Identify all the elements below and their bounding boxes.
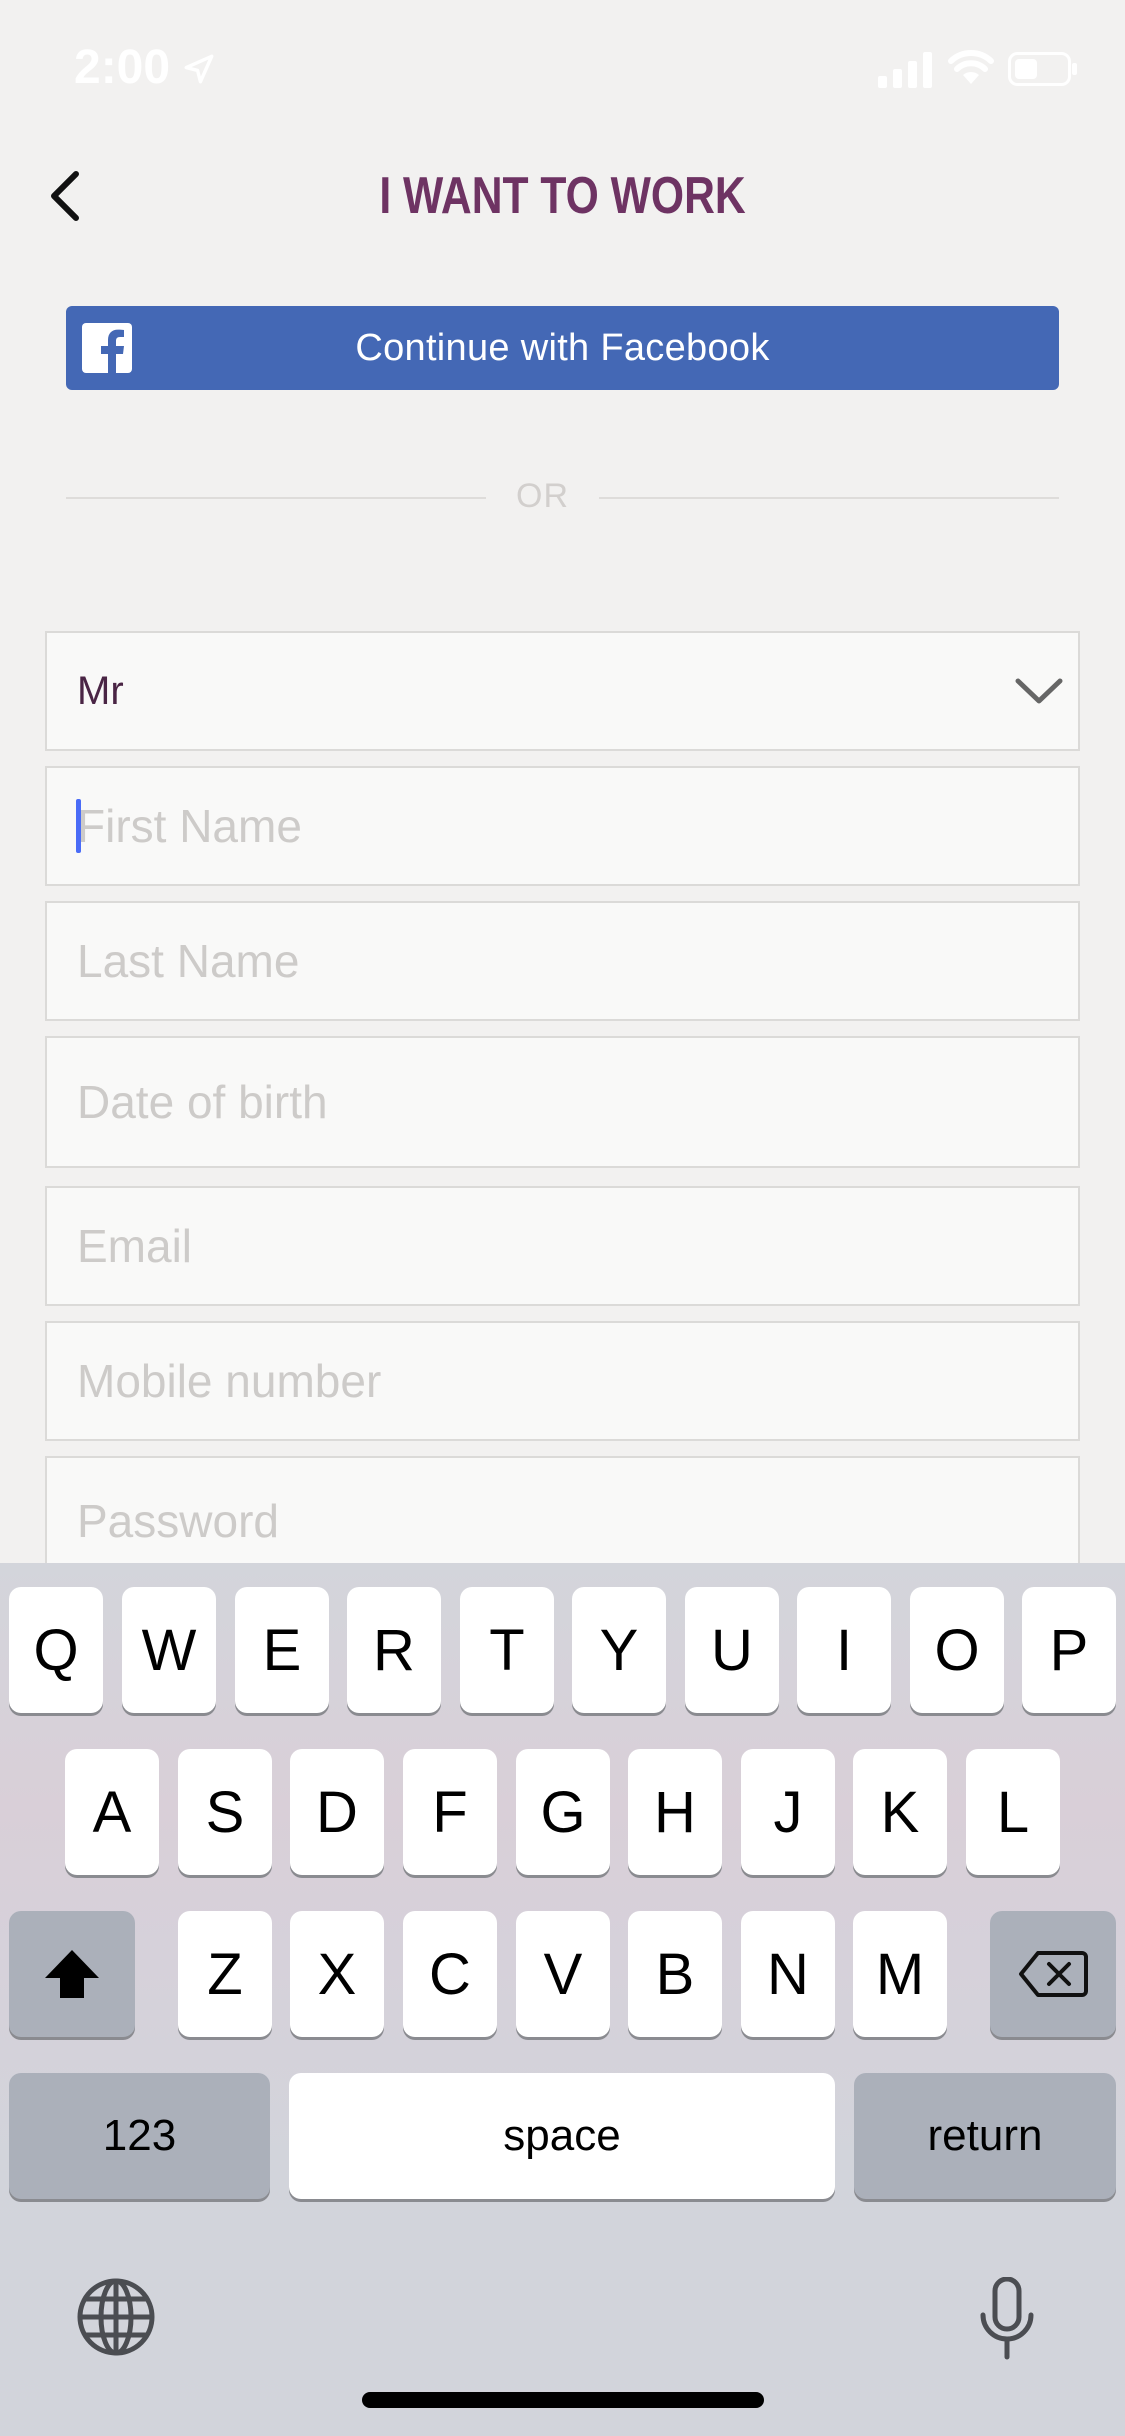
date-of-birth-field[interactable]	[45, 1036, 1080, 1168]
signal-icon	[878, 52, 932, 88]
key-t[interactable]: T	[460, 1587, 554, 1713]
delete-key[interactable]	[990, 1911, 1116, 2037]
numbers-key[interactable]: 123	[9, 2073, 270, 2199]
key-v[interactable]: V	[516, 1911, 610, 2037]
key-m[interactable]: M	[853, 1911, 947, 2037]
key-s[interactable]: S	[178, 1749, 272, 1875]
chevron-down-icon	[1015, 678, 1063, 704]
key-f[interactable]: F	[403, 1749, 497, 1875]
status-bar: 2:00	[0, 0, 1125, 132]
divider-line-left	[66, 497, 486, 499]
key-k[interactable]: K	[853, 1749, 947, 1875]
wifi-icon	[948, 50, 994, 84]
key-e[interactable]: E	[235, 1587, 329, 1713]
title-select-value: Mr	[77, 669, 124, 713]
divider-line-right	[599, 497, 1059, 499]
page-title: I WANT TO WORK	[379, 167, 746, 225]
key-u[interactable]: U	[685, 1587, 779, 1713]
or-text: OR	[516, 477, 569, 515]
key-h[interactable]: H	[628, 1749, 722, 1875]
key-b[interactable]: B	[628, 1911, 722, 2037]
key-g[interactable]: G	[516, 1749, 610, 1875]
key-q[interactable]: Q	[9, 1587, 103, 1713]
email-field[interactable]	[45, 1186, 1080, 1306]
chevron-left-icon	[51, 171, 79, 221]
shift-key[interactable]	[9, 1911, 135, 2037]
shift-icon	[45, 1950, 99, 1998]
key-y[interactable]: Y	[572, 1587, 666, 1713]
key-j[interactable]: J	[741, 1749, 835, 1875]
key-z[interactable]: Z	[178, 1911, 272, 2037]
facebook-icon	[82, 323, 132, 373]
facebook-button-label: Continue with Facebook	[355, 326, 770, 369]
title-select[interactable]: Mr	[45, 631, 1080, 751]
mobile-number-field[interactable]	[45, 1321, 1080, 1441]
key-r[interactable]: R	[347, 1587, 441, 1713]
last-name-input[interactable]	[47, 903, 1078, 1019]
text-caret	[76, 799, 81, 853]
date-of-birth-input[interactable]	[47, 1038, 1078, 1166]
battery-icon	[1008, 52, 1077, 86]
mobile-number-input[interactable]	[47, 1323, 1078, 1439]
backspace-icon	[1019, 1951, 1088, 1997]
back-button[interactable]	[30, 160, 100, 232]
home-indicator[interactable]	[362, 2392, 764, 2408]
status-time: 2:00	[74, 41, 171, 94]
return-key[interactable]: return	[854, 2073, 1116, 2199]
first-name-field[interactable]	[45, 766, 1080, 886]
first-name-input[interactable]	[47, 768, 1078, 884]
or-divider: OR	[66, 470, 1059, 522]
key-o[interactable]: O	[910, 1587, 1004, 1713]
key-l[interactable]: L	[966, 1749, 1060, 1875]
key-c[interactable]: C	[403, 1911, 497, 2037]
key-x[interactable]: X	[290, 1911, 384, 2037]
key-n[interactable]: N	[741, 1911, 835, 2037]
key-a[interactable]: A	[65, 1749, 159, 1875]
microphone-icon[interactable]	[975, 2277, 1039, 2361]
globe-icon[interactable]	[76, 2277, 156, 2357]
key-w[interactable]: W	[122, 1587, 216, 1713]
email-input[interactable]	[47, 1188, 1078, 1304]
key-i[interactable]: I	[797, 1587, 891, 1713]
continue-with-facebook-button[interactable]: Continue with Facebook	[66, 306, 1059, 390]
key-p[interactable]: P	[1022, 1587, 1116, 1713]
location-arrow-icon	[184, 54, 214, 84]
last-name-field[interactable]	[45, 901, 1080, 1021]
key-d[interactable]: D	[290, 1749, 384, 1875]
space-key[interactable]: space	[289, 2073, 835, 2199]
